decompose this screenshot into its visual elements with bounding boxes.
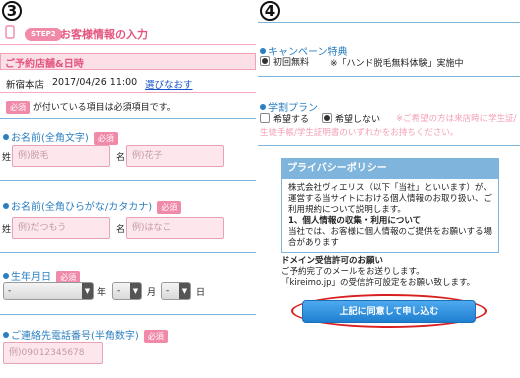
birth-year-select[interactable]: - ▼ bbox=[3, 282, 94, 300]
bullet-icon bbox=[260, 48, 266, 54]
required-note: 必須 が付いている項目は必須項目です。 bbox=[6, 100, 176, 114]
month-label: 月 bbox=[147, 288, 157, 298]
divider bbox=[0, 314, 256, 315]
birth-day-select[interactable]: - ▼ bbox=[161, 282, 191, 300]
name-kana-label-row: お名前(全角ひらがな/カタカナ) 必須 bbox=[3, 195, 182, 214]
chevron-down-icon: ▼ bbox=[179, 283, 190, 299]
privacy-body: 株式会社ヴィエリス（以下「当社」といいます）が、運営する当サイトにおける個人情報… bbox=[282, 179, 498, 249]
privacy-title: プライバシーポリシー bbox=[282, 159, 498, 179]
bullet-icon bbox=[3, 273, 9, 279]
birth-month-value: - bbox=[117, 286, 121, 296]
year-label: 年 bbox=[97, 288, 107, 298]
birth-year-value: - bbox=[8, 286, 12, 296]
campaign-note: ※「ハンド脱毛無料体験」実施中 bbox=[330, 59, 464, 69]
chevron-down-icon: ▼ bbox=[82, 283, 93, 299]
domain-line-1: ご予約完了のメールをお送りします。 bbox=[281, 267, 425, 277]
bullet-icon bbox=[3, 134, 9, 140]
domain-line-2: 「kireimo.jp」の受信許可設定をお願い致します。 bbox=[281, 278, 476, 288]
phone-label-row: ご連絡先電話番号(半角数字) 必須 bbox=[3, 324, 168, 343]
required-badge: 必須 bbox=[143, 330, 168, 343]
mei-label: 名 bbox=[116, 225, 126, 235]
name-kana-sei-input[interactable]: 例)だつもう bbox=[12, 217, 110, 239]
name-kana-label: お名前(全角ひらがな/カタカナ) bbox=[11, 202, 153, 213]
privacy-policy-box[interactable]: プライバシーポリシー 株式会社ヴィエリス（以下「当社」といいます）が、運営する当… bbox=[281, 158, 499, 253]
phone-input[interactable]: 例)09012345678 bbox=[3, 342, 103, 364]
birth-month-select[interactable]: - ▼ bbox=[112, 282, 142, 300]
store-section-title: ご予約店舗&日時 bbox=[5, 59, 84, 70]
required-badge: 必須 bbox=[6, 101, 30, 114]
step-number-4: 4 bbox=[260, 0, 280, 21]
bullet-icon bbox=[260, 104, 266, 110]
required-note-text: が付いている項目は必須項目です。 bbox=[32, 103, 176, 113]
divider bbox=[0, 92, 256, 93]
campaign-option-label: 初回無料 bbox=[273, 58, 310, 68]
divider bbox=[258, 145, 520, 146]
store-section-header: ご予約店舗&日時 bbox=[0, 53, 256, 70]
reselect-link[interactable]: 選びなおす bbox=[145, 77, 193, 91]
left-panel: 3 STEP2 お客様情報の入力 ご予約店舗&日時 新宿本店 2017/04/2… bbox=[0, 0, 256, 378]
store-datetime: 2017/04/26 11:00 bbox=[52, 77, 138, 88]
divider bbox=[258, 22, 520, 23]
step-badge: STEP2 bbox=[25, 28, 62, 41]
phone-icon bbox=[4, 24, 16, 43]
mei-label: 名 bbox=[116, 153, 126, 163]
sei-label: 姓 bbox=[2, 153, 12, 163]
bullet-icon bbox=[3, 332, 9, 338]
domain-title: ドメイン受信許可のお願い bbox=[281, 256, 384, 266]
name-kanji-label: お名前(全角文字) bbox=[11, 133, 89, 144]
domain-notice: ドメイン受信許可のお願い ご予約完了のメールをお送りします。 「kireimo.… bbox=[281, 256, 511, 289]
chevron-down-icon: ▼ bbox=[130, 283, 141, 299]
divider bbox=[0, 118, 256, 119]
student-note: ※ご希望の方は来店時に学生証/生徒手帳/学生証明書のいずれかをお持ちください。 bbox=[260, 114, 517, 138]
required-badge: 必須 bbox=[93, 132, 118, 145]
day-label: 日 bbox=[196, 288, 206, 298]
privacy-paragraph: 当社では、お客様に個人情報のご提供をお願いする場合があります bbox=[288, 227, 493, 248]
privacy-heading: 1、個人情報の収集・利用について bbox=[288, 216, 422, 226]
right-panel: 4 キャンペーン特典 初回無料 ※「ハンド脱毛無料体験」実施中 学割プラン 希望… bbox=[258, 0, 520, 378]
required-badge: 必須 bbox=[157, 201, 182, 214]
divider bbox=[0, 180, 256, 181]
divider bbox=[0, 44, 256, 45]
agree-submit-button[interactable]: 上記に同意して申し込む bbox=[302, 300, 476, 323]
divider bbox=[258, 76, 520, 77]
radio-selected-icon[interactable] bbox=[260, 56, 270, 66]
name-kanji-sei-input[interactable]: 例)脱毛 bbox=[12, 145, 110, 167]
privacy-paragraph: 株式会社ヴィエリス（以下「当社」といいます）が、運営する当サイトにおける個人情報… bbox=[288, 183, 493, 215]
birth-day-value: - bbox=[166, 286, 170, 296]
step-number-3: 3 bbox=[2, 0, 22, 21]
name-kanji-mei-input[interactable]: 例)花子 bbox=[126, 145, 224, 167]
phone-label: ご連絡先電話番号(半角数字) bbox=[11, 331, 139, 342]
page-title: お客様情報の入力 bbox=[60, 28, 148, 41]
divider bbox=[0, 252, 256, 253]
name-kanji-label-row: お名前(全角文字) 必須 bbox=[3, 126, 118, 145]
store-name: 新宿本店 bbox=[6, 80, 45, 91]
bullet-icon bbox=[3, 203, 9, 209]
campaign-option[interactable]: 初回無料 bbox=[260, 55, 309, 68]
sei-label: 姓 bbox=[2, 225, 12, 235]
name-kana-mei-input[interactable]: 例)はなこ bbox=[126, 217, 224, 239]
